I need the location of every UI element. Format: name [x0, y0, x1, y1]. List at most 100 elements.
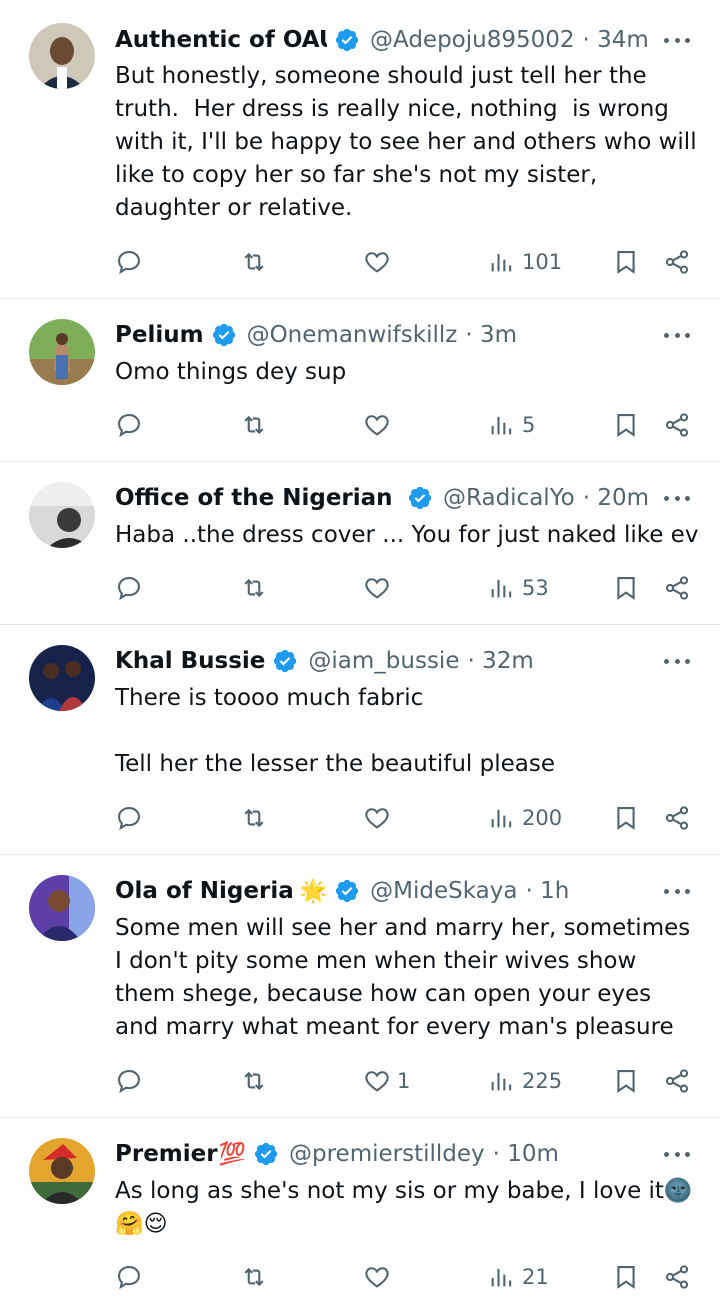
share-button[interactable] — [663, 407, 691, 443]
more-icon[interactable] — [664, 878, 690, 904]
like-button[interactable]: 1 — [363, 1063, 410, 1099]
avatar[interactable] — [29, 482, 95, 548]
like-button[interactable] — [363, 1259, 397, 1295]
bookmark-button[interactable] — [612, 1259, 640, 1295]
author-name[interactable]: Premier — [115, 1141, 218, 1167]
heart-icon — [365, 415, 389, 436]
share-button[interactable] — [663, 1259, 691, 1295]
author-handle[interactable]: @MideSkaya — [370, 878, 517, 904]
author-handle[interactable]: @RadicalYo — [443, 485, 575, 511]
view-count: 225 — [522, 1069, 563, 1093]
bookmark-icon — [617, 251, 635, 274]
author-name[interactable]: Authentic of OAU — [115, 27, 327, 53]
share-button[interactable] — [663, 800, 691, 836]
like-button[interactable] — [363, 244, 397, 280]
avatar[interactable] — [29, 319, 95, 385]
verified-badge-icon — [212, 323, 235, 347]
reply-button[interactable] — [115, 244, 143, 280]
tweet[interactable]: Office of the Nigerian Cit @RadicalYo · … — [0, 462, 720, 625]
more-icon[interactable] — [664, 27, 690, 53]
bookmark-button[interactable] — [612, 407, 640, 443]
bookmark-button[interactable] — [612, 1063, 640, 1099]
tweet-text: Some men will see her and marry her, som… — [115, 915, 698, 1040]
reply-button[interactable] — [115, 1063, 143, 1099]
action-bar: 1 225 — [0, 1063, 720, 1099]
retweet-button[interactable] — [240, 244, 268, 280]
reply-button[interactable] — [115, 570, 143, 606]
retweet-button[interactable] — [240, 1063, 268, 1099]
timestamp[interactable]: · 10m — [493, 1141, 559, 1167]
retweet-button[interactable] — [240, 800, 268, 836]
avatar[interactable] — [29, 1138, 95, 1204]
share-icon — [665, 250, 689, 274]
tweet-header: Ola of Nigeria 🌟 @MideSkaya · 1h — [115, 873, 700, 909]
views-button[interactable]: 200 — [488, 800, 562, 836]
author-name[interactable]: Khal Bussie — [115, 648, 265, 674]
bookmark-icon — [617, 577, 635, 600]
author-handle[interactable]: @premierstilldey — [289, 1141, 485, 1167]
like-button[interactable] — [363, 407, 397, 443]
retweet-icon — [244, 1071, 264, 1091]
author-name[interactable]: Office of the Nigerian Cit — [115, 485, 400, 511]
timestamp[interactable]: · 20m — [583, 485, 649, 511]
name-emoji: 🌟 — [299, 878, 328, 904]
avatar[interactable] — [29, 645, 95, 711]
reply-button[interactable] — [115, 800, 143, 836]
author-handle[interactable]: @Adepoju895002 — [370, 27, 575, 53]
timestamp[interactable]: · 34m — [583, 27, 649, 53]
views-button[interactable]: 5 — [488, 407, 535, 443]
tweet[interactable]: Khal Bussie @iam_bussie · 32m There is t… — [0, 625, 720, 855]
views-icon — [491, 1072, 512, 1091]
action-bar: 5 — [0, 407, 720, 443]
views-button[interactable]: 21 — [488, 1259, 549, 1295]
retweet-icon — [244, 578, 264, 598]
more-icon[interactable] — [664, 1141, 690, 1167]
reply-icon — [118, 1070, 140, 1094]
more-icon[interactable] — [664, 322, 690, 348]
share-button[interactable] — [663, 1063, 691, 1099]
avatar[interactable] — [29, 875, 95, 941]
tweet[interactable]: Premier 💯 @premierstilldey · 10m As long… — [0, 1118, 720, 1305]
more-icon[interactable] — [664, 485, 690, 511]
author-handle[interactable]: @iam_bussie — [308, 648, 459, 674]
retweet-button[interactable] — [240, 570, 268, 606]
views-button[interactable]: 225 — [488, 1063, 562, 1099]
tweet[interactable]: Ola of Nigeria 🌟 @MideSkaya · 1h Some me… — [0, 855, 720, 1118]
tweet[interactable]: Pelium @Onemanwifskillz · 3m Omo things … — [0, 299, 720, 462]
view-count: 53 — [522, 576, 549, 600]
reply-button[interactable] — [115, 1259, 143, 1295]
timestamp[interactable]: · 3m — [465, 322, 517, 348]
bookmark-button[interactable] — [612, 800, 640, 836]
retweet-button[interactable] — [240, 407, 268, 443]
reply-button[interactable] — [115, 407, 143, 443]
bookmark-icon — [617, 1266, 635, 1289]
heart-icon — [365, 252, 389, 273]
view-count: 101 — [522, 250, 563, 274]
tweet[interactable]: Authentic of OAU @Adepoju895002 · 34m Bu… — [0, 0, 720, 299]
tweet-header: Khal Bussie @iam_bussie · 32m — [115, 643, 700, 679]
more-icon[interactable] — [664, 648, 690, 674]
retweet-button[interactable] — [240, 1259, 268, 1295]
bookmark-icon — [617, 807, 635, 830]
bookmark-button[interactable] — [612, 244, 640, 280]
author-name[interactable]: Pelium — [115, 322, 204, 348]
reply-icon — [118, 577, 140, 601]
author-name[interactable]: Ola of Nigeria — [115, 878, 294, 904]
like-button[interactable] — [363, 570, 397, 606]
tweet-header: Office of the Nigerian Cit @RadicalYo · … — [115, 480, 700, 516]
like-button[interactable] — [363, 800, 397, 836]
action-bar: 200 — [0, 800, 720, 836]
author-handle[interactable]: @Onemanwifskillz — [247, 322, 458, 348]
share-button[interactable] — [663, 244, 691, 280]
share-icon — [665, 1069, 689, 1093]
avatar[interactable] — [29, 23, 95, 89]
timestamp[interactable]: · 1h — [525, 878, 569, 904]
views-button[interactable]: 101 — [488, 244, 562, 280]
views-button[interactable]: 53 — [488, 570, 549, 606]
views-icon — [491, 416, 512, 435]
verified-badge-icon — [336, 879, 359, 903]
timestamp[interactable]: · 32m — [467, 648, 533, 674]
heart-icon — [365, 578, 389, 599]
bookmark-button[interactable] — [612, 570, 640, 606]
share-button[interactable] — [663, 570, 691, 606]
